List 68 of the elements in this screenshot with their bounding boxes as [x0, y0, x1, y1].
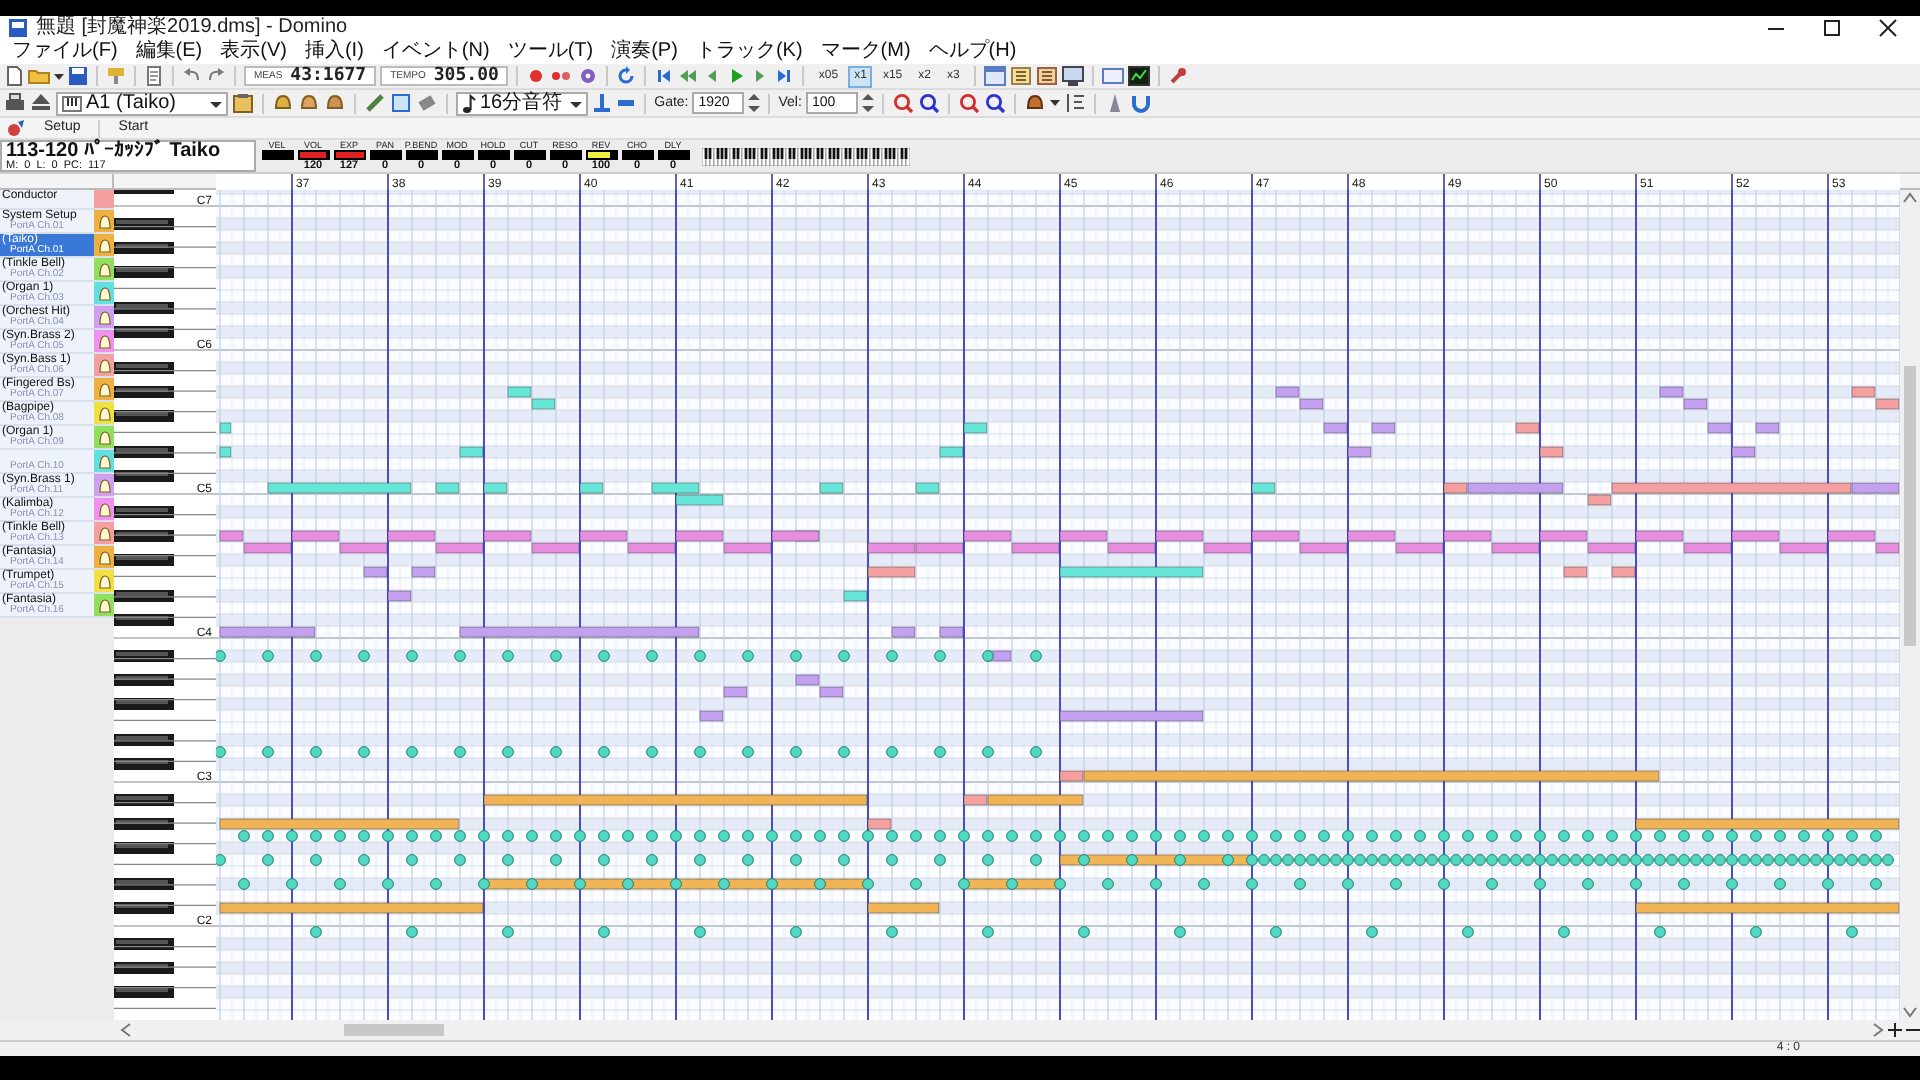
menu-item[interactable]: ツール(T) — [507, 40, 594, 64]
note-length-dropdown[interactable]: 16分音符 — [456, 91, 589, 115]
eject-icon[interactable] — [30, 92, 52, 114]
level-meter[interactable] — [405, 150, 437, 160]
selection-icon[interactable] — [390, 92, 412, 114]
loop-icon[interactable] — [616, 66, 637, 86]
level-meter[interactable] — [369, 150, 401, 160]
zoom-in-icon[interactable] — [891, 92, 914, 114]
panel-icon[interactable] — [1101, 66, 1124, 86]
meter-icon[interactable] — [1127, 66, 1150, 86]
magnet-icon[interactable] — [1129, 92, 1152, 114]
level-meter[interactable] — [585, 150, 617, 160]
plus-icon[interactable] — [1888, 1022, 1902, 1038]
menu-item[interactable]: トラック(K) — [695, 40, 803, 64]
menu-item[interactable]: 演奏(P) — [611, 40, 678, 64]
redo-icon[interactable] — [206, 66, 226, 86]
scrollbar-thumb[interactable] — [1904, 366, 1916, 646]
level-meter[interactable] — [441, 150, 473, 160]
mini-keyboard-drawing[interactable] — [702, 147, 910, 165]
menu-item[interactable]: ファイル(F) — [12, 40, 118, 64]
zoom-in-icon[interactable] — [957, 92, 980, 114]
menu-item[interactable]: イベント(N) — [381, 40, 490, 64]
scrollbar-thumb[interactable] — [344, 1024, 444, 1036]
level-meter[interactable] — [477, 150, 509, 160]
keyboard-icon — [62, 95, 82, 111]
scroll-down-icon[interactable] — [1902, 1004, 1918, 1020]
note-up-icon[interactable] — [592, 92, 613, 114]
note-icon — [462, 93, 476, 113]
scroll-left-icon[interactable] — [120, 1022, 132, 1038]
printer-icon[interactable] — [4, 92, 26, 114]
measure-value: 43:1677 — [290, 67, 367, 85]
menu-item[interactable]: 挿入(I) — [304, 40, 364, 64]
scroll-up-icon[interactable] — [1902, 190, 1918, 206]
bell-icon[interactable] — [324, 92, 346, 114]
bell-icon[interactable] — [272, 92, 294, 114]
record-dots-icon[interactable] — [550, 66, 575, 86]
level-meter[interactable] — [513, 150, 545, 160]
window-title: 無題 [封魔神楽2019.dms] - Domino — [36, 16, 348, 39]
tempo-value: 305.00 — [433, 67, 499, 85]
monitor-icon[interactable] — [1061, 66, 1084, 86]
menu-item[interactable]: ヘルプ(H) — [928, 40, 1017, 64]
level-meter[interactable] — [261, 150, 293, 160]
undo-icon[interactable] — [182, 66, 202, 86]
zoom-out-icon[interactable] — [983, 92, 1006, 114]
level-meter[interactable] — [621, 150, 653, 160]
instrument-dropdown[interactable]: A1 (Taiko) — [56, 91, 228, 115]
record-icon[interactable] — [526, 66, 547, 86]
list-icon[interactable] — [1035, 66, 1058, 86]
level-meter[interactable] — [657, 150, 689, 160]
menu-item[interactable]: 編集(E) — [135, 40, 203, 64]
document-icon[interactable] — [144, 66, 164, 86]
program-name: 113-120 ﾊﾟｰｶｯｼﾌﾞ Taiko — [6, 142, 223, 162]
menu-item[interactable]: 表示(V) — [220, 40, 287, 64]
list-icon[interactable] — [1009, 66, 1032, 86]
zoom-out-icon[interactable] — [917, 92, 940, 114]
save-icon[interactable] — [68, 66, 88, 86]
window-icon[interactable] — [983, 66, 1006, 86]
wrench-icon[interactable] — [1167, 66, 1188, 86]
pencil-icon[interactable] — [364, 92, 386, 114]
bell-icon[interactable] — [298, 92, 320, 114]
clipboard-icon[interactable] — [232, 92, 254, 114]
scroll-right-icon[interactable] — [1872, 1022, 1884, 1038]
level-meter[interactable] — [549, 150, 581, 160]
skip-forward-icon[interactable] — [774, 66, 795, 86]
skip-back-icon[interactable] — [654, 66, 675, 86]
bars-icon[interactable] — [1063, 92, 1086, 114]
bell-icon[interactable] — [1023, 92, 1046, 114]
menu-item[interactable]: マーク(M) — [820, 40, 911, 64]
